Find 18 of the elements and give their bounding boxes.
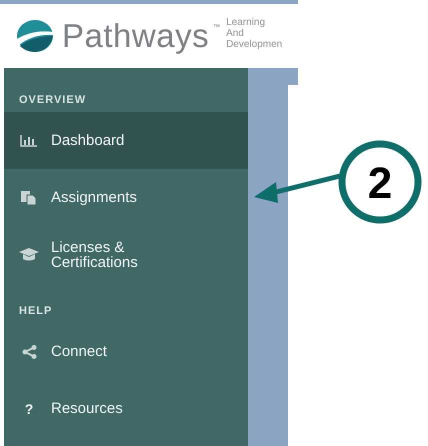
sidebar-item[interactable]: ? Resources: [4, 380, 248, 437]
tagline: And: [226, 28, 245, 38]
section-title: HELP: [18, 305, 54, 319]
callout-badge: 2: [338, 140, 422, 224]
sidebar-item[interactable]: Connect: [4, 323, 248, 380]
documents-icon: [21, 190, 37, 204]
question-icon: ?: [24, 400, 34, 416]
brand-name: Pathways: [62, 17, 210, 55]
graduation-cap-icon: [19, 248, 39, 262]
section-title: OVERVIEW: [18, 94, 88, 108]
tagline: Learning: [226, 16, 266, 28]
share-icon: [22, 344, 36, 358]
sidebar-item[interactable]: Dashboard: [4, 112, 248, 169]
logo-icon: [16, 19, 54, 53]
sidebar-item[interactable]: Assignments: [4, 169, 248, 226]
tagline: Developmen: [226, 38, 282, 50]
bar-chart-icon: [20, 134, 38, 147]
sidebar-item[interactable]: Licenses & Certifications: [4, 226, 248, 283]
